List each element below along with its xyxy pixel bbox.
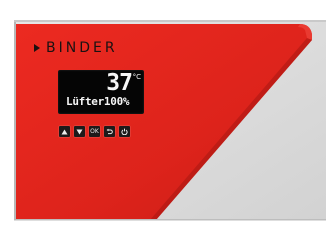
temperature-unit: °C bbox=[132, 73, 141, 81]
device-body bbox=[0, 0, 326, 240]
triangle-down-icon bbox=[76, 129, 83, 134]
brand-logo: BINDER bbox=[34, 40, 118, 56]
down-button[interactable] bbox=[74, 126, 85, 137]
brand-arrow-icon bbox=[34, 44, 40, 52]
power-button[interactable] bbox=[119, 126, 130, 137]
device-photo: BINDER 37 °C Lüfter100% OK bbox=[0, 0, 326, 240]
lcd-display: 37 °C Lüfter100% bbox=[58, 70, 144, 114]
temperature-readout: 37 bbox=[106, 70, 133, 96]
up-button[interactable] bbox=[59, 126, 70, 137]
return-arrow-icon bbox=[106, 128, 113, 135]
triangle-up-icon bbox=[61, 129, 68, 134]
power-icon bbox=[121, 128, 128, 135]
ok-button[interactable]: OK bbox=[89, 126, 100, 137]
brand-name: BINDER bbox=[46, 40, 118, 56]
ok-button-label: OK bbox=[90, 127, 99, 135]
back-button[interactable] bbox=[104, 126, 115, 137]
fan-status-text: Lüfter100% bbox=[66, 95, 130, 108]
control-buttons: OK bbox=[59, 126, 130, 137]
